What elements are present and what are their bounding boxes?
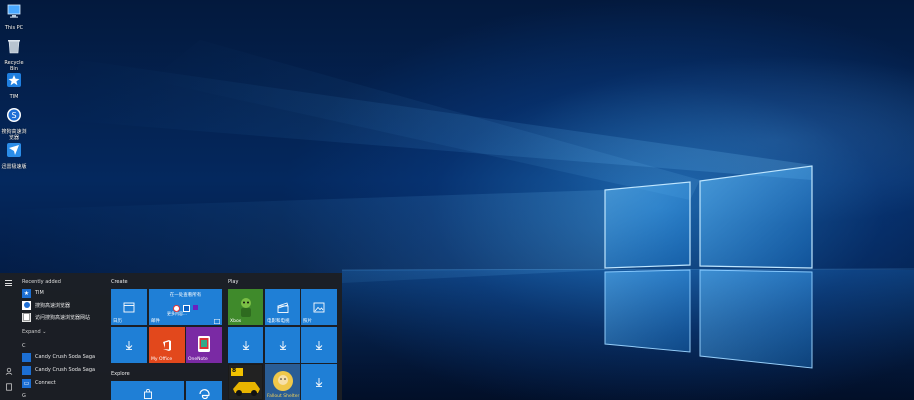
app-label: TIM xyxy=(35,290,44,296)
tile-label: 邮件 xyxy=(151,319,160,324)
mail-icon xyxy=(214,319,220,324)
download-tile[interactable] xyxy=(301,327,337,363)
onenote-devices-icon xyxy=(198,336,210,352)
tile-label: 照片 xyxy=(303,319,312,324)
film-clapper-icon xyxy=(277,301,288,313)
calendar-tile[interactable]: 日历 xyxy=(111,289,147,325)
connect-icon: ▭ xyxy=(22,378,31,388)
tile-label: 8 xyxy=(232,367,237,374)
download-arrow-icon xyxy=(315,378,323,387)
download-tile[interactable] xyxy=(228,327,263,363)
mail-tile[interactable]: 在一处查看所有 更多内容... 邮件 xyxy=(149,289,222,325)
tile-label: My Office xyxy=(151,357,173,362)
calendar-icon xyxy=(123,302,135,313)
mail-tile-text: 在一处查看所有 xyxy=(169,293,202,298)
tile-label: Fallout Shelter xyxy=(267,394,300,399)
svg-text:S: S xyxy=(11,111,16,120)
app-label: Candy Crush Soda Saga xyxy=(35,367,96,373)
download-tile[interactable] xyxy=(265,327,300,363)
app-item-tim[interactable]: ★ TIM xyxy=(22,288,106,298)
download-arrow-icon xyxy=(125,341,133,350)
expand-link[interactable]: Expand ⌄ xyxy=(22,329,46,335)
tile-label: 电影和电视 xyxy=(267,319,290,324)
desktop-icon-label: TIM xyxy=(9,94,19,100)
xbox-avatar-icon xyxy=(240,298,251,317)
app-item-sogou-website[interactable]: 访问搜狗高速浏览器网站 xyxy=(22,312,106,322)
download-tile[interactable] xyxy=(111,327,147,363)
xbox-tile[interactable]: Xbox xyxy=(228,289,263,325)
app-label: 访问搜狗高速浏览器网站 xyxy=(35,314,91,321)
tile-label: OneNote xyxy=(188,357,208,362)
desktop-icon-label: 迅雷极速版 xyxy=(1,164,27,170)
desktop-icon-tim[interactable]: TIM xyxy=(0,72,28,100)
download-arrow-icon xyxy=(315,341,323,350)
asphalt-8-tile[interactable]: 8 xyxy=(228,364,263,400)
candy-crush-icon xyxy=(22,365,31,375)
office-icon xyxy=(163,339,171,351)
movies-tv-tile[interactable]: 电影和电视 xyxy=(265,289,300,325)
app-list: Recently added ★ TIM 搜狗高速浏览器 访问搜狗高速浏览器网站… xyxy=(18,273,108,400)
thunder-icon xyxy=(7,143,21,157)
desktop-icon-label: Recycle Bin xyxy=(4,60,24,72)
desktop-icon-sogou-browser[interactable]: S 搜狗高速浏览器 xyxy=(0,107,28,141)
tile-group-create: Create xyxy=(111,279,128,285)
sogou-browser-icon: S xyxy=(7,108,21,122)
documents-icon[interactable] xyxy=(5,383,13,391)
edge-browser-icon xyxy=(198,389,210,399)
mail-tile-hint: 更多内容... xyxy=(167,311,187,316)
tile-group-play: Play xyxy=(228,279,239,285)
letter-header-c[interactable]: C xyxy=(22,343,26,349)
sogou-website-icon xyxy=(22,312,31,322)
tile-group-explore: Explore xyxy=(111,371,130,377)
letter-header-g[interactable]: G xyxy=(22,393,26,399)
desktop-icon-thunder[interactable]: 迅雷极速版 xyxy=(0,142,28,170)
desktop-icon-label: This PC xyxy=(4,25,24,31)
app-item-connect[interactable]: ▭ Connect xyxy=(22,378,106,388)
edge-tile[interactable] xyxy=(186,381,222,400)
app-label: Connect xyxy=(35,380,56,386)
vault-boy-icon xyxy=(272,371,293,391)
app-item-candy-crush[interactable]: Candy Crush Soda Saga xyxy=(22,365,106,375)
hamburger-menu-icon[interactable] xyxy=(5,280,12,288)
app-item-candy-crush[interactable]: Candy Crush Soda Saga xyxy=(22,352,106,362)
recycle-bin-icon xyxy=(8,40,20,54)
computer-icon xyxy=(7,4,21,18)
start-menu: Recently added ★ TIM 搜狗高速浏览器 访问搜狗高速浏览器网站… xyxy=(0,273,342,400)
app-label: Candy Crush Soda Saga xyxy=(35,354,96,360)
tim-icon: ★ xyxy=(22,288,31,298)
photos-icon xyxy=(313,302,325,312)
start-menu-rail xyxy=(0,273,18,400)
sogou-browser-icon xyxy=(22,300,31,310)
app-label: 搜狗高速浏览器 xyxy=(35,302,71,309)
app-item-sogou-browser[interactable]: 搜狗高速浏览器 xyxy=(22,300,106,310)
candy-crush-icon xyxy=(22,352,31,362)
yahoo-icon xyxy=(193,304,198,310)
download-arrow-icon xyxy=(242,341,249,350)
photos-tile[interactable]: 照片 xyxy=(301,289,337,325)
desktop-icon-label: 搜狗高速浏览器 xyxy=(1,129,27,141)
tim-icon xyxy=(7,73,21,87)
tile-label: Xbox xyxy=(230,319,242,324)
store-bag-icon xyxy=(143,389,152,399)
fallout-shelter-tile[interactable]: Fallout Shelter xyxy=(265,364,300,400)
desktop-icon-recycle-bin[interactable]: Recycle Bin xyxy=(0,38,28,72)
my-office-tile[interactable]: My Office xyxy=(149,327,185,363)
download-tile[interactable] xyxy=(301,364,337,400)
tile-label: 日历 xyxy=(113,319,122,324)
download-arrow-icon xyxy=(279,341,286,350)
recently-added-header: Recently added xyxy=(22,279,61,285)
desktop-icon-this-pc[interactable]: This PC xyxy=(0,3,28,31)
store-tile[interactable] xyxy=(111,381,184,400)
user-icon[interactable] xyxy=(5,367,13,375)
onenote-tile[interactable]: OneNote xyxy=(186,327,222,363)
